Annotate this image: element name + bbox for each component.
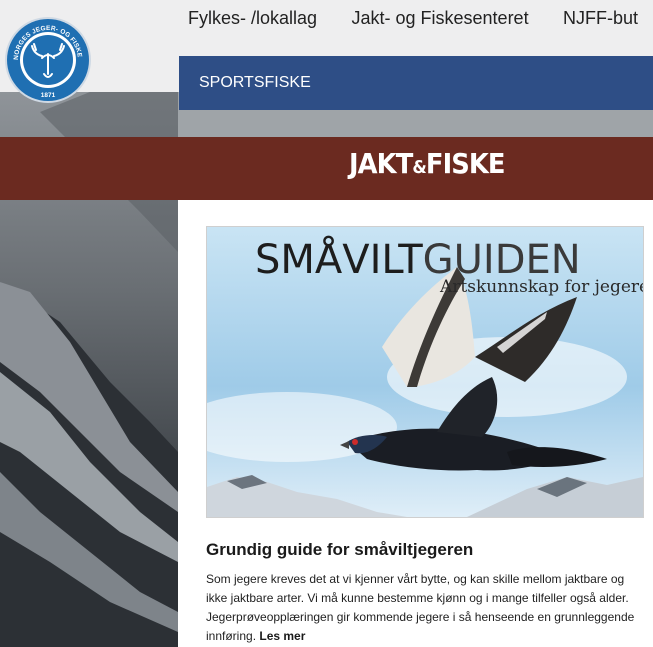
nav-item-fylkeslag[interactable]: Fylkes- /lokallag <box>188 8 317 29</box>
logo-year: 1871 <box>41 92 56 99</box>
nav-item-jakt-fiskesenteret[interactable]: Jakt- og Fiskesenteret <box>352 8 529 29</box>
article-excerpt: Som jegere kreves det at vi kjenner vårt… <box>206 570 646 646</box>
hero-title-bold: SMÅVILT <box>255 237 423 283</box>
article-title[interactable]: Grundig guide for småviltjegeren <box>206 540 473 560</box>
brand-word-jakt: JAKT <box>349 147 413 180</box>
jakt-fiske-logo-text[interactable]: JAKT&FISKE <box>349 146 506 186</box>
brand-word-fiske: FISKE <box>425 147 506 180</box>
sub-navigation-bar: SPORTSFISKE <box>179 56 653 110</box>
top-navigation: Fylkes- /lokallag Jakt- og Fiskesenteret… <box>188 8 653 29</box>
njff-logo[interactable]: NORGES JEGER- OG FISKERFORBUND 1871 <box>1 11 92 104</box>
nav-item-sportsfiske[interactable]: SPORTSFISKE <box>199 74 311 92</box>
hero-subtitle: Artskunnskap for jegere <box>440 277 644 297</box>
brand-ampersand: & <box>412 157 426 178</box>
hero-image-smaviltguiden[interactable]: SMÅVILTGUIDEN Artskunnskap for jegere <box>206 226 644 518</box>
read-more-link[interactable]: Les mer <box>259 629 305 643</box>
nav-item-njff-butikk[interactable]: NJFF-but <box>563 8 638 29</box>
brand-banner <box>0 137 653 200</box>
